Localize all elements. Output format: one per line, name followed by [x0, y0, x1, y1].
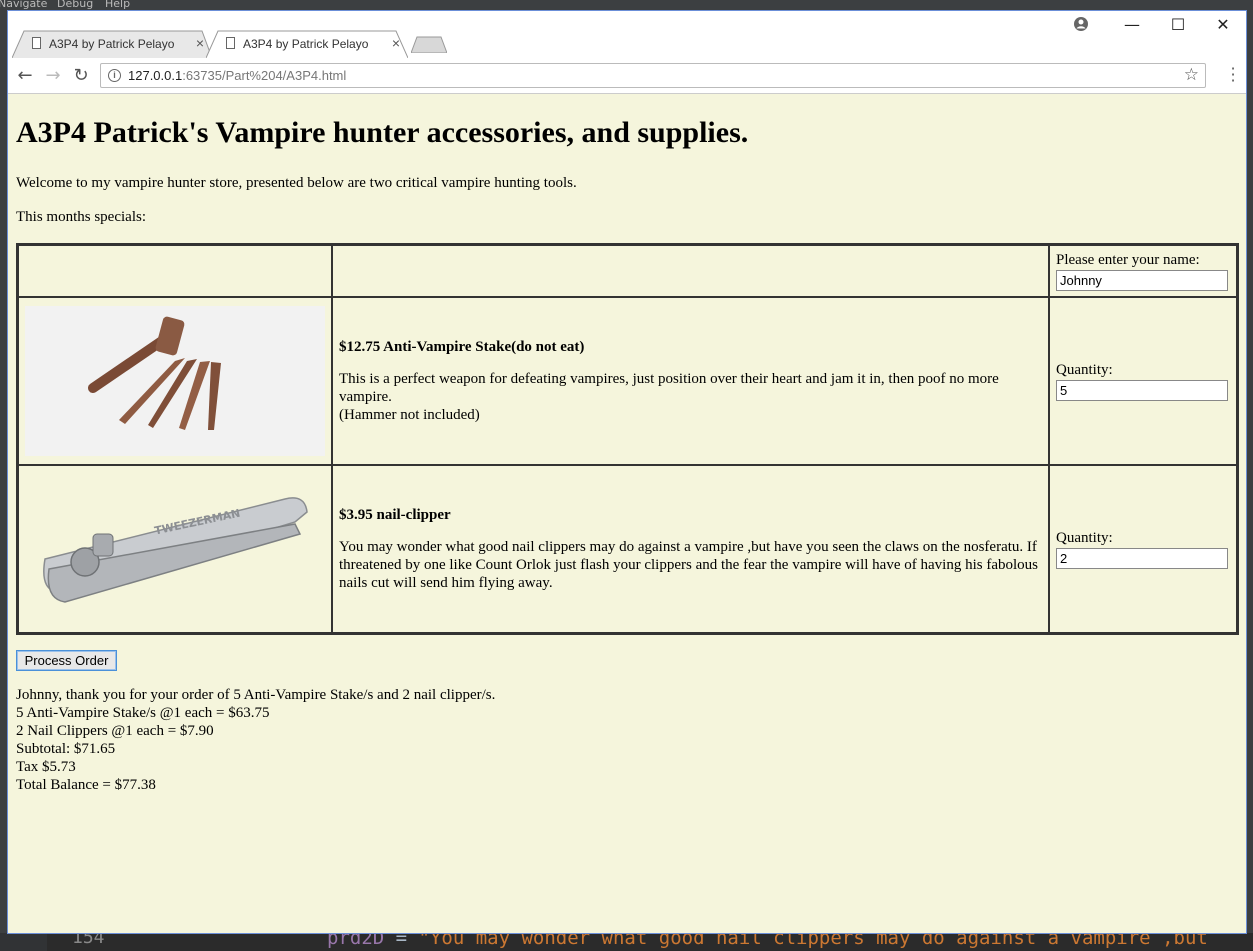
browser-menu-icon[interactable]: · · · — [1230, 61, 1236, 89]
ide-menu-bar: Navigate Debug Help — [0, 0, 1253, 10]
product-description: You may wonder what good nail clippers m… — [339, 538, 1038, 591]
specials-heading: This months specials: — [16, 209, 146, 225]
back-button[interactable]: ← — [13, 64, 37, 88]
product-table: Please enter your name: Johnny $12.75 An… — [16, 243, 1239, 635]
forward-button[interactable]: → — [41, 64, 65, 88]
url-host: 127.0.0.1 — [128, 68, 183, 83]
document-icon — [226, 37, 235, 49]
tab-close-icon[interactable]: × — [392, 35, 400, 51]
summary-line: Total Balance = $77.38 — [16, 777, 156, 793]
name-label: Please enter your name: — [1056, 251, 1200, 268]
tab-close-icon[interactable]: × — [196, 35, 204, 51]
bookmark-star-icon[interactable]: ☆ — [1184, 65, 1199, 85]
product-image-cell — [18, 297, 332, 465]
product-image-cell: TWEEZERMAN — [18, 465, 332, 633]
tab-inactive[interactable]: A3P4 by Patrick Pelayo × — [12, 30, 212, 58]
product-description-cell: $12.75 Anti-Vampire Stake(do not eat) Th… — [332, 297, 1049, 465]
url-text: 127.0.0.1:63735/Part%204/A3P4.html — [128, 68, 346, 83]
nail-clipper-image: TWEEZERMAN — [43, 497, 308, 603]
name-input[interactable] — [1056, 269, 1228, 291]
stake-and-hammer-image — [25, 306, 325, 456]
product-title: $12.75 Anti-Vampire Stake(do not eat) — [339, 338, 585, 355]
ide-menu-debug[interactable]: Debug — [57, 0, 93, 10]
table-row: $12.75 Anti-Vampire Stake(do not eat) Th… — [18, 297, 1237, 465]
summary-line: Johnny, thank you for your order of 5 An… — [16, 687, 496, 703]
product-title: $3.95 nail-clipper — [339, 506, 451, 523]
browser-window: A3P4 by Patrick Pelayo × A3P4 by Patrick… — [7, 10, 1247, 934]
info-icon[interactable]: i — [108, 69, 121, 82]
product-description: This is a perfect weapon for defeating v… — [339, 370, 1042, 424]
summary-line: Subtotal: $71.65 — [16, 741, 116, 757]
quantity-cell: Quantity: — [1049, 297, 1237, 465]
product-note: (Hammer not included) — [339, 406, 480, 423]
tab-title: A3P4 by Patrick Pelayo — [49, 37, 175, 51]
summary-line: 5 Anti-Vampire Stake/s @1 each = $63.75 — [16, 705, 270, 721]
welcome-text: Welcome to my vampire hunter store, pres… — [16, 175, 577, 191]
table-row-header: Please enter your name: — [18, 245, 1237, 297]
ide-gutter — [0, 933, 47, 951]
maximize-button[interactable]: ☐ — [1155, 11, 1201, 39]
profile-icon[interactable] — [1073, 16, 1089, 32]
table-row: TWEEZERMAN $3.95 nail-clipper You may wo… — [18, 465, 1237, 633]
tab-active[interactable]: A3P4 by Patrick Pelayo × — [206, 30, 408, 58]
page-content: A3P4 Patrick's Vampire hunter accessorie… — [8, 94, 1246, 933]
tab-strip: A3P4 by Patrick Pelayo × A3P4 by Patrick… — [8, 11, 1246, 58]
empty-cell — [332, 245, 1049, 297]
tab-title: A3P4 by Patrick Pelayo — [243, 37, 369, 51]
ide-menu-navigate[interactable]: Navigate — [0, 0, 47, 10]
empty-cell — [18, 245, 332, 297]
close-window-button[interactable]: ✕ — [1200, 11, 1246, 39]
quantity-label: Quantity: — [1056, 529, 1113, 546]
ide-menu-help[interactable]: Help — [105, 0, 130, 10]
url-path: :63735/Part%204/A3P4.html — [182, 68, 347, 83]
minimize-button[interactable]: — — [1109, 11, 1155, 39]
quantity-cell: Quantity: — [1049, 465, 1237, 633]
browser-toolbar: ← → ↻ i 127.0.0.1:63735/Part%204/A3P4.ht… — [8, 58, 1246, 94]
address-bar[interactable]: i 127.0.0.1:63735/Part%204/A3P4.html ☆ — [100, 63, 1206, 88]
product-description-cell: $3.95 nail-clipper You may wonder what g… — [332, 465, 1049, 633]
reload-button[interactable]: ↻ — [69, 64, 93, 88]
order-summary: Johnny, thank you for your order of 5 An… — [16, 686, 495, 794]
new-tab-button[interactable] — [411, 36, 447, 53]
page-title: A3P4 Patrick's Vampire hunter accessorie… — [16, 116, 749, 149]
summary-line: Tax $5.73 — [16, 759, 76, 775]
product-desc-text: This is a perfect weapon for defeating v… — [339, 370, 999, 405]
clipper-quantity-input[interactable] — [1056, 547, 1228, 569]
process-order-button[interactable]: Process Order — [16, 650, 117, 671]
quantity-label: Quantity: — [1056, 361, 1113, 378]
summary-line: 2 Nail Clippers @1 each = $7.90 — [16, 723, 214, 739]
name-cell: Please enter your name: — [1049, 245, 1237, 297]
document-icon — [32, 37, 41, 49]
stake-quantity-input[interactable] — [1056, 379, 1228, 401]
